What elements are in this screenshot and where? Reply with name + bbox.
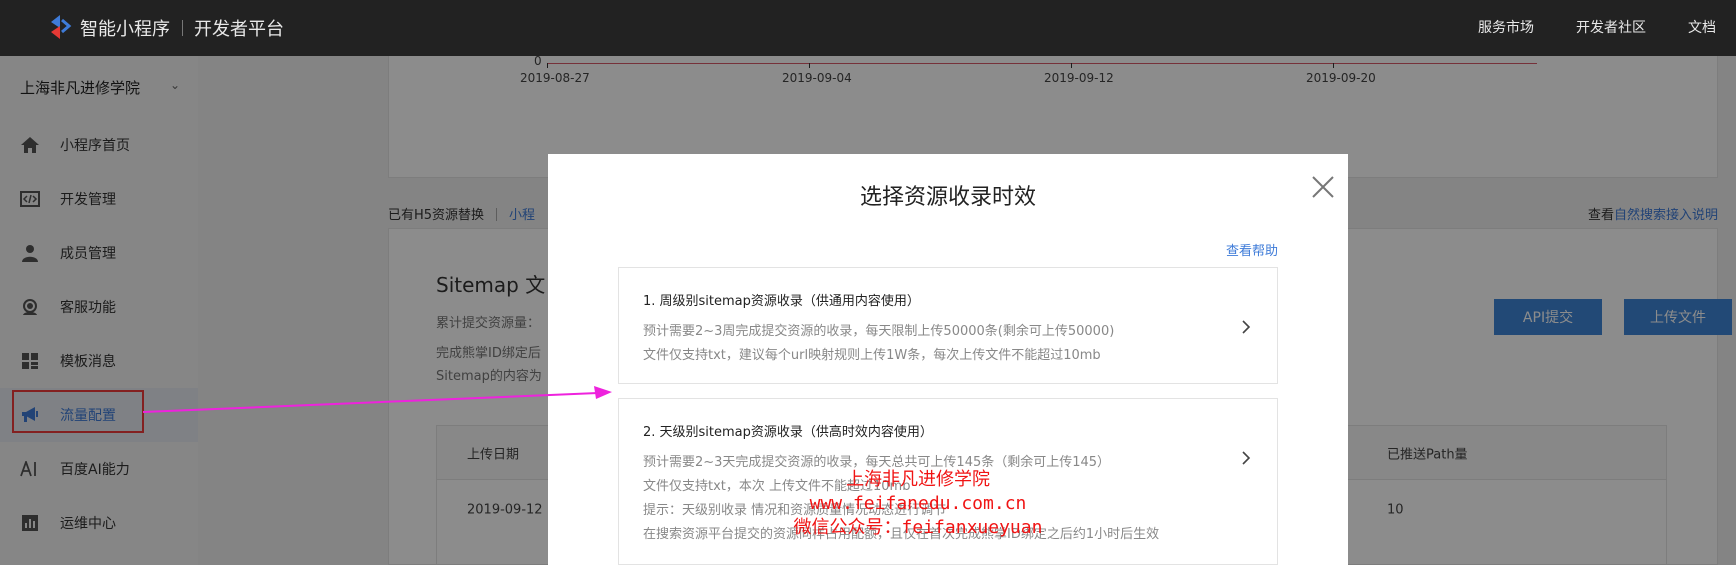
- annotation-arrow: [142, 386, 612, 413]
